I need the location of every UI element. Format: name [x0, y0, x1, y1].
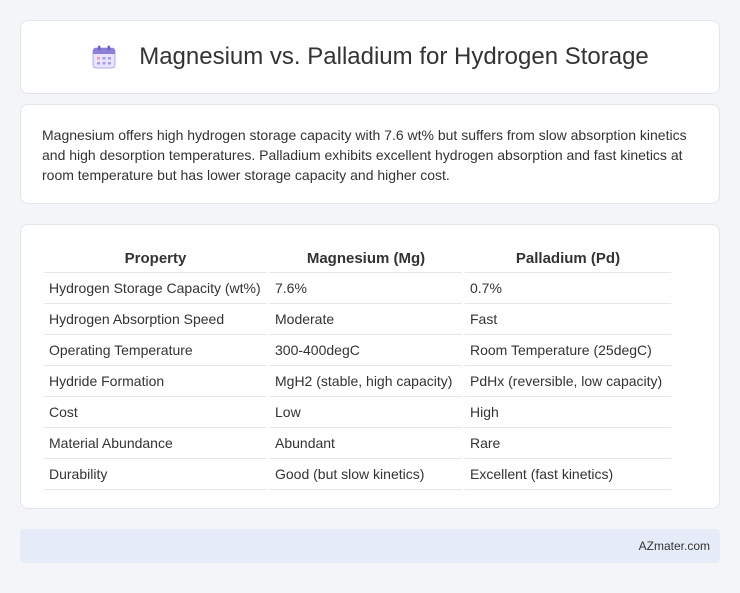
cell-property: Cost [44, 397, 267, 428]
cell-magnesium: 7.6% [270, 273, 462, 304]
header-property: Property [44, 245, 267, 273]
table-row: Durability Good (but slow kinetics) Exce… [44, 459, 671, 490]
cell-property: Hydrogen Absorption Speed [44, 304, 267, 335]
cell-magnesium: Abundant [270, 428, 462, 459]
table-header-row: Property Magnesium (Mg) Palladium (Pd) [44, 245, 671, 273]
table-row: Hydride Formation MgH2 (stable, high cap… [44, 366, 671, 397]
summary-text: Magnesium offers high hydrogen storage c… [42, 127, 687, 183]
summary-card: Magnesium offers high hydrogen storage c… [20, 104, 720, 204]
header-magnesium: Magnesium (Mg) [270, 245, 462, 273]
cell-magnesium: Good (but slow kinetics) [270, 459, 462, 490]
table-row: Hydrogen Absorption Speed Moderate Fast [44, 304, 671, 335]
cell-property: Operating Temperature [44, 335, 267, 366]
header-card: Magnesium vs. Palladium for Hydrogen Sto… [20, 20, 720, 94]
table-row: Material Abundance Abundant Rare [44, 428, 671, 459]
cell-property: Hydrogen Storage Capacity (wt%) [44, 273, 267, 304]
comparison-table: Property Magnesium (Mg) Palladium (Pd) H… [41, 245, 674, 490]
page-title: Magnesium vs. Palladium for Hydrogen Sto… [139, 43, 649, 70]
cell-palladium: Excellent (fast kinetics) [465, 459, 671, 490]
cell-palladium: Room Temperature (25degC) [465, 335, 671, 366]
cell-palladium: Rare [465, 428, 671, 459]
table-row: Cost Low High [44, 397, 671, 428]
table-card: Property Magnesium (Mg) Palladium (Pd) H… [20, 224, 720, 509]
cell-palladium: 0.7% [465, 273, 671, 304]
table-row: Hydrogen Storage Capacity (wt%) 7.6% 0.7… [44, 273, 671, 304]
cell-magnesium: 300-400degC [270, 335, 462, 366]
cell-palladium: Fast [465, 304, 671, 335]
calendar-icon [92, 45, 116, 69]
cell-palladium: High [465, 397, 671, 428]
footer-bar: AZmater.com [20, 529, 720, 563]
cell-magnesium: MgH2 (stable, high capacity) [270, 366, 462, 397]
cell-property: Durability [44, 459, 267, 490]
title-wrap: Magnesium vs. Palladium for Hydrogen Sto… [91, 43, 649, 71]
cell-property: Material Abundance [44, 428, 267, 459]
cell-palladium: PdHx (reversible, low capacity) [465, 366, 671, 397]
header-palladium: Palladium (Pd) [465, 245, 671, 273]
footer-source: AZmater.com [638, 539, 710, 553]
cell-property: Hydride Formation [44, 366, 267, 397]
cell-magnesium: Low [270, 397, 462, 428]
table-row: Operating Temperature 300-400degC Room T… [44, 335, 671, 366]
cell-magnesium: Moderate [270, 304, 462, 335]
